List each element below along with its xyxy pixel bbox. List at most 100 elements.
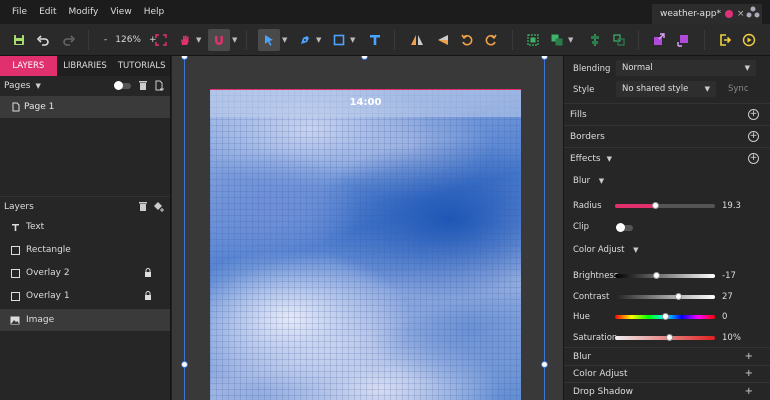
page-item-page-1[interactable]: Page 1 — [0, 96, 170, 118]
resize-handle-middle-right[interactable] — [541, 361, 548, 368]
flip-horizontal-icon[interactable] — [406, 29, 428, 51]
send-backward-icon[interactable] — [672, 29, 694, 51]
effects-dropdown-icon[interactable]: ▼ — [607, 155, 612, 163]
hue-slider[interactable] — [615, 313, 715, 320]
pen-tool-dropdown-icon[interactable]: ▼ — [316, 29, 324, 51]
add-page-icon[interactable] — [154, 80, 165, 94]
resize-handle-top-left[interactable] — [181, 56, 188, 60]
layer-item-text[interactable]: Text — [0, 216, 170, 238]
effects-section[interactable]: Effects ▼ + — [564, 147, 770, 169]
delete-layer-icon[interactable] — [138, 201, 148, 215]
menu-file[interactable]: File — [0, 0, 33, 24]
arrange-dropdown-icon[interactable]: ▼ — [568, 29, 576, 51]
hand-tool-dropdown-icon[interactable]: ▼ — [196, 29, 204, 51]
rectangle-tool-dropdown-icon[interactable]: ▼ — [350, 29, 358, 51]
saturation-slider-knob[interactable] — [666, 334, 673, 341]
menu-edit[interactable]: Edit — [33, 0, 62, 24]
artboard-status-bar[interactable]: 14:00 — [210, 89, 521, 117]
toolbar: - 126% + ▼ ▼ ▼ ▼ ▼ ▼ — [0, 24, 770, 56]
menu-view[interactable]: View — [104, 0, 137, 24]
layer-item-image[interactable]: Image — [0, 309, 170, 331]
boolean-icon[interactable] — [608, 29, 630, 51]
add-color-adjust-icon[interactable]: + — [745, 368, 753, 379]
export-icon[interactable] — [714, 29, 736, 51]
radius-slider[interactable] — [615, 202, 715, 209]
group-icon[interactable] — [522, 29, 544, 51]
pages-collapse-icon[interactable]: ▼ — [35, 82, 40, 90]
brightness-slider-knob[interactable] — [653, 272, 660, 279]
redo-icon[interactable] — [58, 29, 80, 51]
rotate-right-icon[interactable] — [480, 29, 502, 51]
canvas[interactable]: 14:00 — [172, 56, 563, 400]
rectangle-tool-icon[interactable] — [328, 29, 350, 51]
arrange-icon[interactable] — [546, 29, 568, 51]
tab-tutorials[interactable]: TUTORIALS — [113, 56, 170, 76]
borders-section[interactable]: Borders + — [564, 125, 770, 147]
saturation-slider[interactable] — [615, 334, 715, 341]
document-tab-name: weather-app* — [660, 9, 721, 19]
add-fill-icon[interactable]: + — [748, 109, 759, 120]
lock-icon[interactable] — [144, 291, 152, 300]
save-icon[interactable] — [8, 29, 30, 51]
pages-toggle[interactable] — [114, 81, 131, 90]
saturation-value[interactable]: 10% — [722, 333, 741, 343]
resize-handle-middle-left[interactable] — [181, 361, 188, 368]
resize-handle-top-middle[interactable] — [361, 56, 368, 60]
preview-play-icon[interactable] — [738, 29, 760, 51]
add-blur-icon[interactable]: + — [745, 351, 753, 362]
brightness-slider[interactable] — [615, 272, 715, 279]
flip-vertical-icon[interactable] — [432, 29, 454, 51]
color-adjust-section[interactable]: Color Adjust + — [564, 365, 770, 382]
brightness-value[interactable]: -17 — [722, 271, 736, 281]
contrast-slider-knob[interactable] — [675, 293, 682, 300]
fit-screen-icon[interactable] — [150, 29, 172, 51]
hand-tool-icon[interactable] — [174, 29, 196, 51]
add-border-icon[interactable]: + — [748, 131, 759, 142]
resize-handle-top-right[interactable] — [541, 56, 548, 60]
layer-item-overlay-2[interactable]: Overlay 2 — [0, 262, 170, 284]
artboard-image[interactable]: 14:00 — [210, 89, 521, 400]
sync-button[interactable]: Sync — [728, 84, 749, 94]
blur-select[interactable]: Blur ▼ — [573, 176, 604, 186]
hue-value[interactable]: 0 — [722, 312, 727, 322]
select-tool-icon[interactable] — [258, 29, 280, 51]
menu-modify[interactable]: Modify — [63, 0, 105, 24]
hue-slider-knob[interactable] — [662, 313, 669, 320]
radius-slider-knob[interactable] — [652, 202, 659, 209]
zoom-value[interactable]: 126% — [115, 35, 141, 45]
pen-tool-icon[interactable] — [294, 29, 316, 51]
radius-value[interactable]: 19.3 — [722, 201, 741, 211]
align-icon[interactable] — [584, 29, 606, 51]
rotate-left-icon[interactable] — [456, 29, 478, 51]
contrast-slider[interactable] — [615, 293, 715, 300]
contrast-value[interactable]: 27 — [722, 292, 733, 302]
color-adjust-select[interactable]: Color Adjust ▼ — [573, 245, 639, 255]
zoom-out-button[interactable]: - — [104, 35, 107, 45]
text-tool-icon[interactable] — [364, 29, 386, 51]
tab-layers[interactable]: LAYERS — [0, 56, 57, 76]
fills-section[interactable]: Fills + — [564, 103, 770, 125]
clip-label: Clip — [573, 222, 590, 232]
bring-forward-icon[interactable] — [648, 29, 670, 51]
shared-style-select[interactable]: No shared style ▼ — [616, 81, 716, 97]
layer-effects-icon[interactable] — [153, 201, 165, 215]
tab-libraries[interactable]: LIBRARIES — [57, 56, 114, 76]
blending-select[interactable]: Normal ▼ — [616, 60, 756, 76]
snap-magnet-icon[interactable] — [208, 29, 230, 51]
lock-icon[interactable] — [144, 268, 152, 277]
menu-help[interactable]: Help — [138, 0, 171, 24]
drop-shadow-section[interactable]: Drop Shadow + — [564, 382, 770, 400]
rect-icon — [10, 245, 20, 255]
blur-section[interactable]: Blur + — [564, 347, 770, 365]
layer-item-rectangle[interactable]: Rectangle — [0, 239, 170, 261]
left-panel-tabs: LAYERS LIBRARIES TUTORIALS — [0, 56, 170, 76]
snap-dropdown-icon[interactable]: ▼ — [232, 29, 240, 51]
add-drop-shadow-icon[interactable]: + — [745, 386, 753, 397]
add-effect-icon[interactable]: + — [748, 153, 759, 164]
delete-page-icon[interactable] — [138, 80, 148, 94]
select-tool-dropdown-icon[interactable]: ▼ — [282, 29, 290, 51]
clip-toggle[interactable] — [616, 223, 633, 232]
app-menu-icon[interactable] — [744, 5, 762, 21]
layer-item-overlay-1[interactable]: Overlay 1 — [0, 285, 170, 307]
undo-icon[interactable] — [32, 29, 54, 51]
